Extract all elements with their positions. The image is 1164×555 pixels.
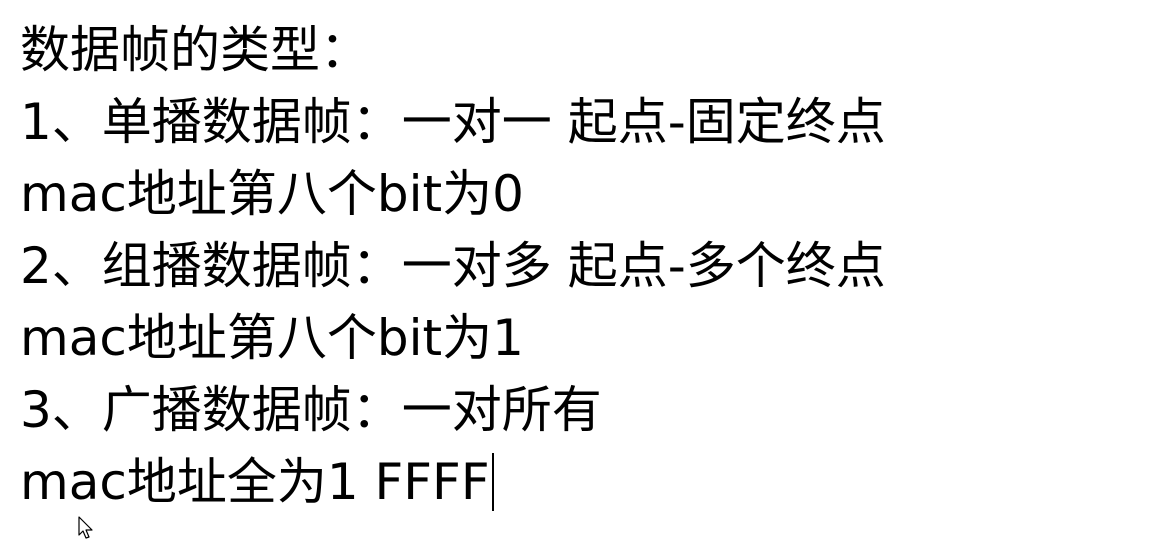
text-line-broadcast: 3、广播数据帧：一对所有 — [20, 381, 602, 439]
text-line-multicast-mac: mac地址第八个bit为1 — [20, 309, 524, 367]
text-line-broadcast-mac: mac地址全为1 FFFF — [20, 446, 1154, 518]
text-caret — [491, 452, 494, 511]
document-body[interactable]: 数据帧的类型： 1、单播数据帧：一对一 起点-固定终点 mac地址第八个bit为… — [20, 14, 1154, 555]
text-line-broadcast-mac-text: mac地址全为1 FFFF — [20, 453, 490, 511]
text-line-unicast: 1、单播数据帧：一对一 起点-固定终点 — [20, 93, 886, 151]
text-line-unicast-mac: mac地址第八个bit为0 — [20, 165, 524, 223]
text-line-multicast: 2、组播数据帧：一对多 起点-多个终点 — [20, 237, 886, 295]
heading-line: 数据帧的类型： — [20, 21, 370, 79]
